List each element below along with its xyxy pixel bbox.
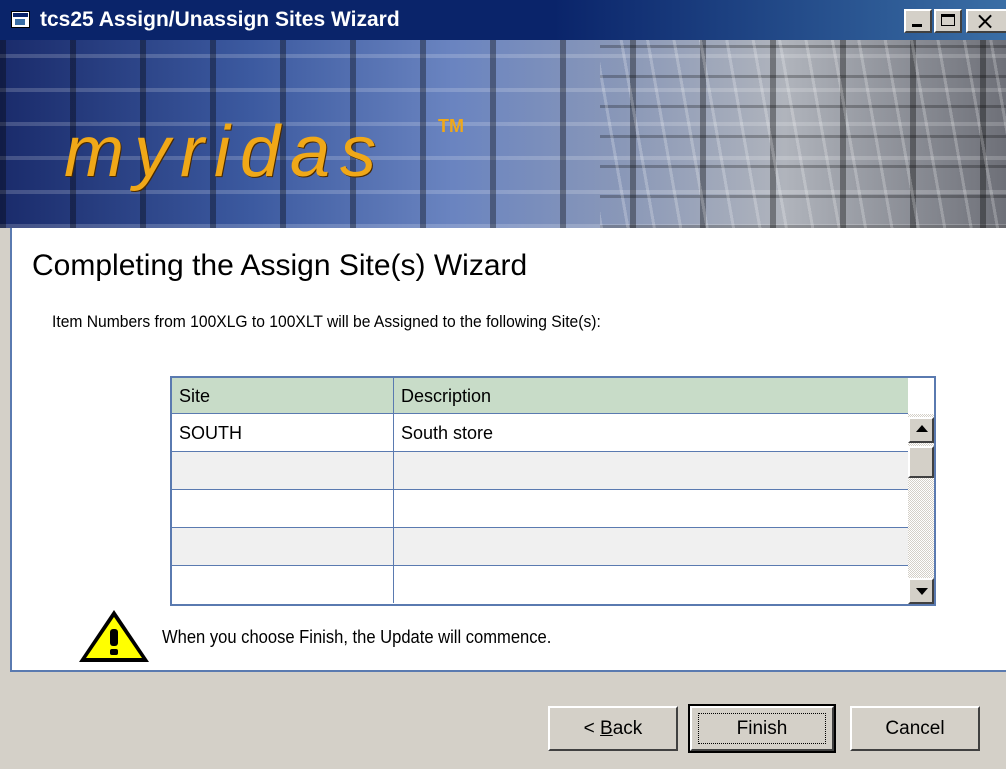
- scroll-thumb[interactable]: [908, 446, 934, 478]
- close-icon[interactable]: [966, 7, 1006, 35]
- cell-site[interactable]: [172, 452, 394, 489]
- back-prefix: <: [583, 717, 601, 739]
- back-label-rest: ack: [612, 717, 643, 739]
- scroll-up-icon[interactable]: [908, 417, 934, 443]
- table-row[interactable]: SOUTH South store: [172, 414, 908, 452]
- grid-header: Site Description: [172, 378, 908, 414]
- column-header-description[interactable]: Description: [394, 378, 908, 413]
- cell-site[interactable]: [172, 490, 394, 527]
- table-row[interactable]: [172, 452, 908, 490]
- cell-site[interactable]: [172, 566, 394, 603]
- maximize-icon[interactable]: [934, 9, 962, 33]
- vertical-scrollbar[interactable]: [908, 414, 934, 604]
- cancel-button[interactable]: Cancel: [850, 706, 980, 751]
- brand-logo: myridas: [64, 112, 387, 192]
- cell-description[interactable]: South store: [394, 414, 908, 451]
- wizard-window: tcs25 Assign/Unassign Sites Wizard myrid…: [0, 0, 1006, 769]
- cell-site[interactable]: [172, 528, 394, 565]
- intro-text: Item Numbers from 100XLG to 100XLT will …: [52, 312, 601, 331]
- back-accesskey: B: [600, 717, 613, 739]
- sites-grid[interactable]: Site Description SOUTH South store: [170, 376, 936, 606]
- warning-icon: [79, 610, 149, 662]
- warning-message: When you choose Finish, the Update will …: [162, 627, 552, 647]
- cell-description[interactable]: [394, 490, 908, 527]
- cell-description[interactable]: [394, 452, 908, 489]
- cell-site[interactable]: SOUTH: [172, 414, 394, 451]
- header-banner: myridas TM: [0, 40, 1006, 228]
- column-header-site[interactable]: Site: [172, 378, 394, 413]
- title-bar[interactable]: tcs25 Assign/Unassign Sites Wizard: [0, 0, 1006, 40]
- window-title: tcs25 Assign/Unassign Sites Wizard: [40, 8, 400, 31]
- finish-button[interactable]: Finish: [688, 704, 836, 753]
- minimize-icon[interactable]: [904, 9, 932, 33]
- table-row[interactable]: [172, 566, 908, 604]
- trademark-mark: TM: [438, 116, 464, 136]
- scroll-down-icon[interactable]: [908, 578, 934, 604]
- page-title: Completing the Assign Site(s) Wizard: [32, 249, 528, 282]
- app-window-icon[interactable]: [11, 11, 30, 28]
- table-row[interactable]: [172, 528, 908, 566]
- finish-label: Finish: [698, 713, 826, 744]
- cell-description[interactable]: [394, 566, 908, 603]
- table-row[interactable]: [172, 490, 908, 528]
- back-button[interactable]: < Back: [548, 706, 678, 751]
- cell-description[interactable]: [394, 528, 908, 565]
